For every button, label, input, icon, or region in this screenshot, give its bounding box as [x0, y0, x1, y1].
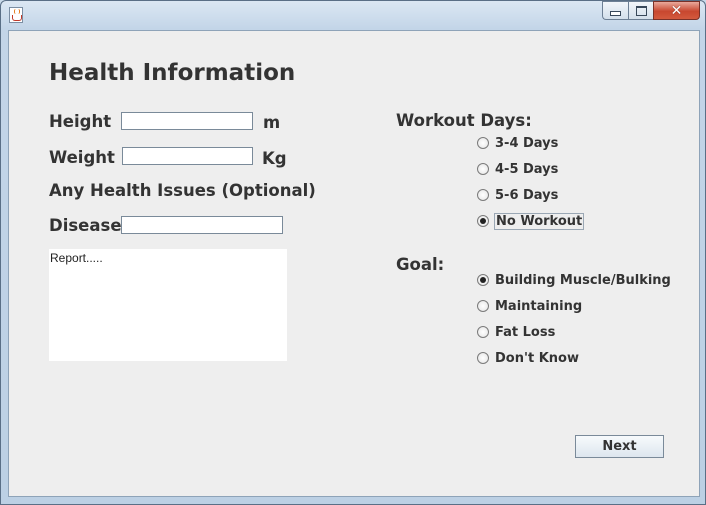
maximize-button[interactable]: [628, 1, 653, 20]
radio-label: 5-6 Days: [495, 187, 559, 203]
goal-option-maintaining[interactable]: Maintaining: [477, 296, 583, 316]
height-unit: m: [263, 113, 281, 132]
window-controls: ✕: [602, 1, 700, 21]
radio-label: 3-4 Days: [495, 135, 559, 151]
radio-button-selected[interactable]: [477, 274, 489, 286]
goal-option-fat-loss[interactable]: Fat Loss: [477, 322, 556, 342]
radio-button[interactable]: [477, 326, 489, 338]
goal-label: Goal:: [396, 255, 445, 274]
radio-button[interactable]: [477, 137, 489, 149]
maximize-icon: [635, 5, 647, 16]
page-title: Health Information: [49, 60, 296, 86]
workout-option-3-4-days[interactable]: 3-4 Days: [477, 133, 559, 153]
height-label: Height: [49, 112, 112, 131]
window-frame: ✕ Health Information Height m Weight Kg …: [0, 0, 706, 505]
weight-label: Weight: [49, 148, 115, 167]
goal-option-dont-know[interactable]: Don't Know: [477, 348, 580, 368]
next-button[interactable]: Next: [575, 435, 664, 458]
weight-input[interactable]: [122, 147, 253, 165]
disease-input[interactable]: [121, 216, 283, 234]
radio-button[interactable]: [477, 352, 489, 364]
radio-label: Fat Loss: [495, 324, 556, 340]
close-button[interactable]: ✕: [653, 1, 700, 20]
radio-button[interactable]: [477, 163, 489, 175]
workout-option-4-5-days[interactable]: 4-5 Days: [477, 159, 559, 179]
minimize-icon: [610, 11, 621, 16]
content-panel: Health Information Height m Weight Kg An…: [8, 30, 700, 497]
radio-button-selected[interactable]: [477, 215, 489, 227]
report-textarea[interactable]: Report.....: [49, 249, 287, 361]
health-issues-label: Any Health Issues (Optional): [49, 181, 316, 200]
goal-option-bulking[interactable]: Building Muscle/Bulking: [477, 270, 672, 290]
title-bar[interactable]: ✕: [1, 1, 706, 29]
minimize-button[interactable]: [602, 1, 628, 20]
disease-label: Disease: [49, 216, 122, 235]
radio-label: Don't Know: [495, 350, 579, 366]
height-input[interactable]: [121, 112, 253, 130]
close-icon: ✕: [670, 2, 683, 19]
workout-option-5-6-days[interactable]: 5-6 Days: [477, 185, 559, 205]
radio-button[interactable]: [477, 300, 489, 312]
radio-button[interactable]: [477, 189, 489, 201]
workout-option-no-workout[interactable]: No Workout: [477, 211, 585, 231]
radio-label: No Workout: [494, 212, 585, 230]
radio-label: Maintaining: [495, 298, 583, 314]
weight-unit: Kg: [262, 149, 287, 168]
workout-days-label: Workout Days:: [396, 111, 532, 130]
radio-label: 4-5 Days: [495, 161, 559, 177]
radio-label: Building Muscle/Bulking: [495, 272, 671, 288]
java-cup-icon[interactable]: [9, 7, 23, 23]
